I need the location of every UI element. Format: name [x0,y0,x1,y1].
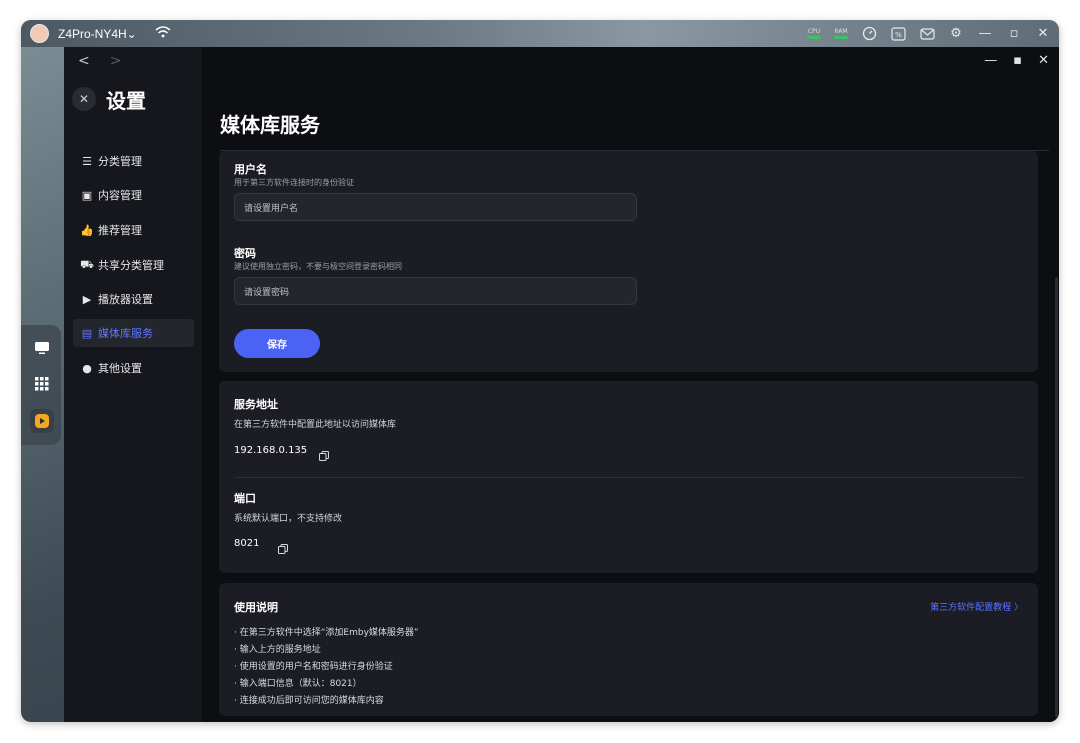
left-dock [21,325,61,445]
close-window-icon[interactable]: ✕ [1035,26,1051,42]
port-label: 端口 [234,492,256,505]
monitor-icon[interactable] [33,339,51,357]
usage-item: · 使用设置的用户名和密码进行身份验证 [234,662,393,672]
password-input[interactable]: 请设置密码 [234,277,637,305]
usage-item: · 在第三方软件中选择“添加Emby媒体服务器” [234,628,419,638]
username-hint: 用于第三方软件连接时的身份验证 [234,178,354,187]
ram-label: RAM [834,28,848,35]
tray-badge-text: % [895,31,902,39]
list-icon: ☰ [82,154,92,168]
desktop-frame: Z4Pro-NY4H⌄ CPU RAM % ⚙ — ▫ ✕ < > ✕ 设置 ☰… [21,20,1059,722]
password-label: 密码 [234,247,256,260]
save-button[interactable]: 保存 [234,329,320,358]
forward-arrow-icon[interactable]: > [110,53,122,69]
sidebar-item-other[interactable]: ● 其他设置 [73,354,194,382]
sidebar-item-share[interactable]: ⛟ 共享分类管理 [73,251,194,279]
minimize-icon[interactable]: — [977,26,993,42]
sidebar-item-player[interactable]: ▶ 播放器设置 [73,285,194,313]
app-grid-icon[interactable] [33,375,51,393]
play-icon: ▶ [82,292,92,306]
settings-sidebar: < > ✕ 设置 ☰ 分类管理 ▣ 内容管理 👍 推荐管理 ⛟ 共享分类管理 ▶ 播放器设置… [64,47,202,722]
usage-item: · 输入上方的服务地址 [234,645,321,655]
system-topbar: Z4Pro-NY4H⌄ CPU RAM % ⚙ — ▫ ✕ [21,20,1059,47]
usage-item-text: 连接成功后即可访问您的媒体库内容 [239,696,384,706]
usage-item-text: 输入上方的服务地址 [239,645,321,655]
page-title: 媒体库服务 [220,113,320,137]
maximize-icon[interactable]: ▫ [1006,26,1022,42]
credentials-card: 用户名 用于第三方软件连接时的身份验证 请设置用户名 密码 建议使用独立密码，不… [219,151,1038,372]
usage-title: 使用说明 [234,601,278,614]
sidebar-item-recommend[interactable]: 👍 推荐管理 [73,216,194,244]
copy-address-icon[interactable] [319,446,329,461]
main-content: — ▪ ✕ 媒体库服务 用户名 用于第三方软件连接时的身份验证 请设置用户名 密… [202,47,1059,722]
sidebar-item-label: 内容管理 [98,189,142,202]
close-settings-icon[interactable]: ✕ [72,87,96,111]
port-value: 8021 [234,538,260,549]
thumbs-up-icon: 👍 [80,223,94,237]
cpu-meter[interactable]: CPU [807,28,821,39]
sidebar-item-label: 分类管理 [98,155,142,168]
app-restore-icon[interactable]: ▪ [1013,53,1022,68]
sidebar-title: 设置 [106,89,146,113]
sidebar-item-media-server[interactable]: ▤ 媒体库服务 [73,319,194,347]
usage-item: · 输入端口信息（默认：8021） [234,679,362,689]
username-input[interactable]: 请设置用户名 [234,193,637,221]
usage-card: 使用说明 第三方软件配置教程 〉 · 在第三方软件中选择“添加Emby媒体服务器… [219,583,1038,716]
sidebar-item-label: 共享分类管理 [98,259,164,272]
usage-item: · 连接成功后即可访问您的媒体库内容 [234,696,384,706]
usage-item-text: 输入端口信息（默认：8021） [239,679,362,689]
usage-item-text: 在第三方软件中选择“添加Emby媒体服务器” [239,628,419,638]
back-arrow-icon[interactable]: < [78,53,90,69]
share-icon: ⛟ [80,257,94,271]
sidebar-item-label: 播放器设置 [98,293,153,306]
service-address-label: 服务地址 [234,398,278,411]
service-address-value: 192.168.0.135 [234,445,308,456]
port-desc: 系统默认端口，不支持修改 [234,514,343,524]
username-label: 用户名 [234,163,267,176]
sidebar-item-label: 媒体库服务 [98,327,153,340]
usage-item-text: 使用设置的用户名和密码进行身份验证 [239,662,393,672]
speed-gauge-icon[interactable] [861,26,877,42]
user-avatar[interactable] [30,24,49,43]
wifi-icon[interactable] [155,24,171,43]
sidebar-item-label: 推荐管理 [98,224,142,237]
app-window: < > ✕ 设置 ☰ 分类管理 ▣ 内容管理 👍 推荐管理 ⛟ 共享分类管理 ▶ 播放器设置… [64,47,1059,722]
percent-badge-icon[interactable]: % [890,26,906,42]
ram-meter[interactable]: RAM [834,28,848,39]
tutorial-link[interactable]: 第三方软件配置教程 〉 [930,600,1023,613]
sidebar-item-label: 其他设置 [98,362,142,375]
app-close-icon[interactable]: ✕ [1038,53,1049,68]
service-address-desc: 在第三方软件中配置此地址以访问媒体库 [234,420,397,430]
content-scrollbar[interactable] [1055,277,1058,717]
sidebar-item-content[interactable]: ▣ 内容管理 [73,181,194,209]
mail-icon[interactable] [919,26,935,42]
more-icon: ● [82,361,92,375]
card-divider [234,477,1023,478]
window-controls: — ▪ ✕ [984,53,1049,68]
media-server-icon: ▤ [81,326,93,340]
copy-port-icon[interactable] [278,539,288,554]
password-hint: 建议使用独立密码，不要与极空间登录密码相同 [234,262,402,271]
settings-gear-icon[interactable]: ⚙ [948,26,964,42]
cpu-label: CPU [807,28,821,35]
device-name[interactable]: Z4Pro-NY4H⌄ [58,27,137,41]
media-app-icon[interactable] [30,409,54,433]
sidebar-item-category[interactable]: ☰ 分类管理 [73,147,194,175]
content-icon: ▣ [81,188,93,202]
service-card: 服务地址 在第三方软件中配置此地址以访问媒体库 192.168.0.135 端口… [219,381,1038,573]
nav-arrows: < > [78,53,141,69]
app-minimize-icon[interactable]: — [984,53,997,68]
